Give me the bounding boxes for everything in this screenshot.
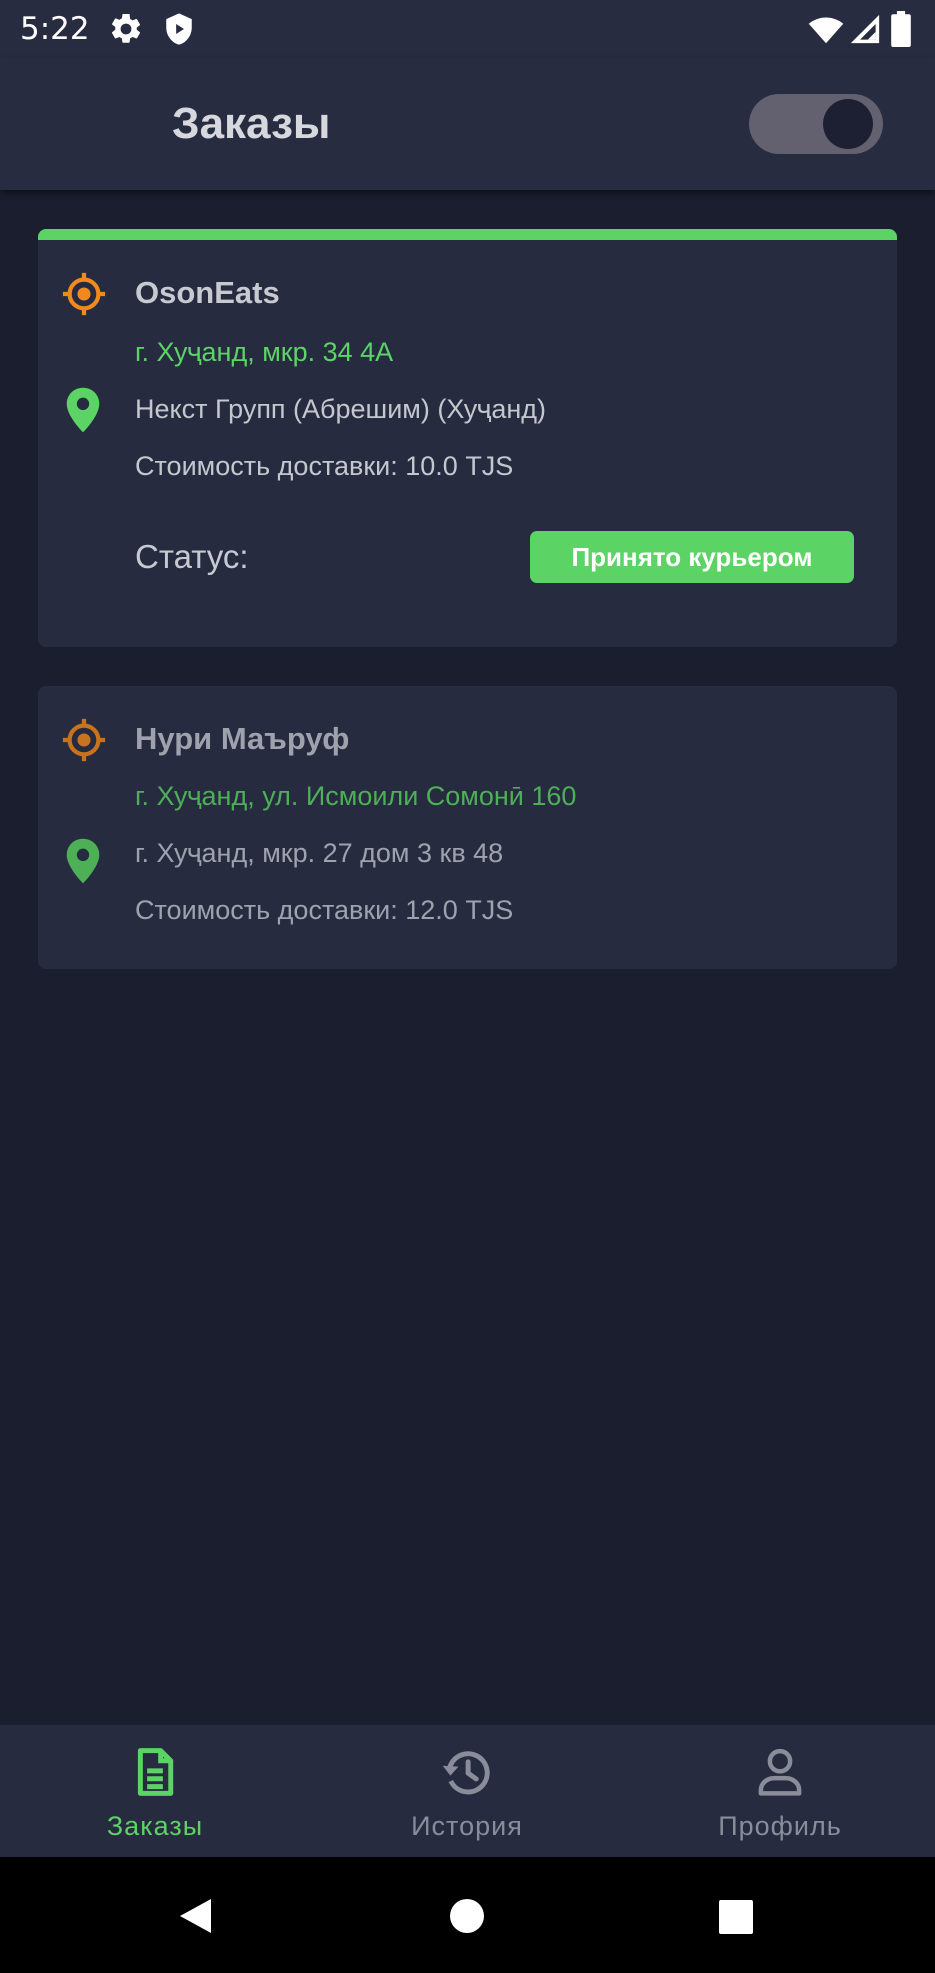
status-label: Статус: — [135, 538, 249, 575]
nav-item-orders[interactable]: Заказы — [55, 1725, 255, 1857]
wifi-icon — [808, 17, 844, 44]
delivery-cost: Стоимость доставки: 12.0 TJS — [135, 895, 514, 925]
status-bar: 5:22 — [0, 0, 935, 58]
page-title: Заказы — [172, 99, 331, 148]
destination-address: г. Хуҷанд, мкр. 27 дом 3 кв 48 — [135, 838, 504, 868]
destination-address: Некст Групп (Абрешим) (Хуҷанд) — [135, 394, 546, 424]
order-name: OsonEats — [135, 275, 280, 310]
pickup-target-icon — [62, 718, 106, 762]
pickup-address: г. Хуҷанд, ул. Исмоили Сомонӣ 160 — [135, 781, 577, 811]
nav-label-profile: Профиль — [718, 1811, 842, 1841]
nav-label-orders: Заказы — [106, 1811, 204, 1841]
recents-icon[interactable] — [718, 1899, 754, 1935]
order-name: Нури Маъруф — [135, 721, 350, 756]
location-pin-icon — [66, 387, 100, 433]
toggle-knob — [823, 99, 873, 149]
availability-toggle[interactable] — [749, 94, 883, 154]
nav-item-history[interactable]: История — [367, 1725, 567, 1857]
back-icon[interactable] — [178, 1897, 212, 1935]
pickup-address: г. Хуҷанд, мкр. 34 4А — [135, 337, 394, 367]
system-navigation-bar — [0, 1857, 935, 1973]
signal-icon — [850, 14, 880, 44]
nav-label-history: История — [411, 1811, 523, 1841]
app-bar: Заказы — [0, 58, 935, 190]
shield-icon — [166, 13, 192, 45]
gear-icon — [111, 13, 141, 43]
order-card[interactable]: Нури Маъруф г. Хуҷанд, ул. Исмоили Сомон… — [38, 686, 897, 969]
nav-item-profile[interactable]: Профиль — [680, 1725, 880, 1857]
order-card[interactable]: OsonEats г. Хуҷанд, мкр. 34 4А Некст Гру… — [38, 229, 897, 647]
profile-icon — [758, 1748, 802, 1796]
pickup-target-icon — [62, 272, 106, 316]
location-pin-icon — [66, 838, 100, 884]
status-badge[interactable]: Принято курьером — [530, 531, 854, 583]
history-icon — [442, 1751, 490, 1795]
status-time: 5:22 — [20, 11, 90, 47]
home-icon[interactable] — [449, 1898, 485, 1934]
delivery-cost: Стоимость доставки: 10.0 TJS — [135, 451, 514, 481]
card-accent-bar — [38, 229, 897, 240]
battery-icon — [891, 11, 911, 47]
bottom-navigation: Заказы История Профиль — [0, 1725, 935, 1857]
document-icon — [137, 1748, 174, 1796]
